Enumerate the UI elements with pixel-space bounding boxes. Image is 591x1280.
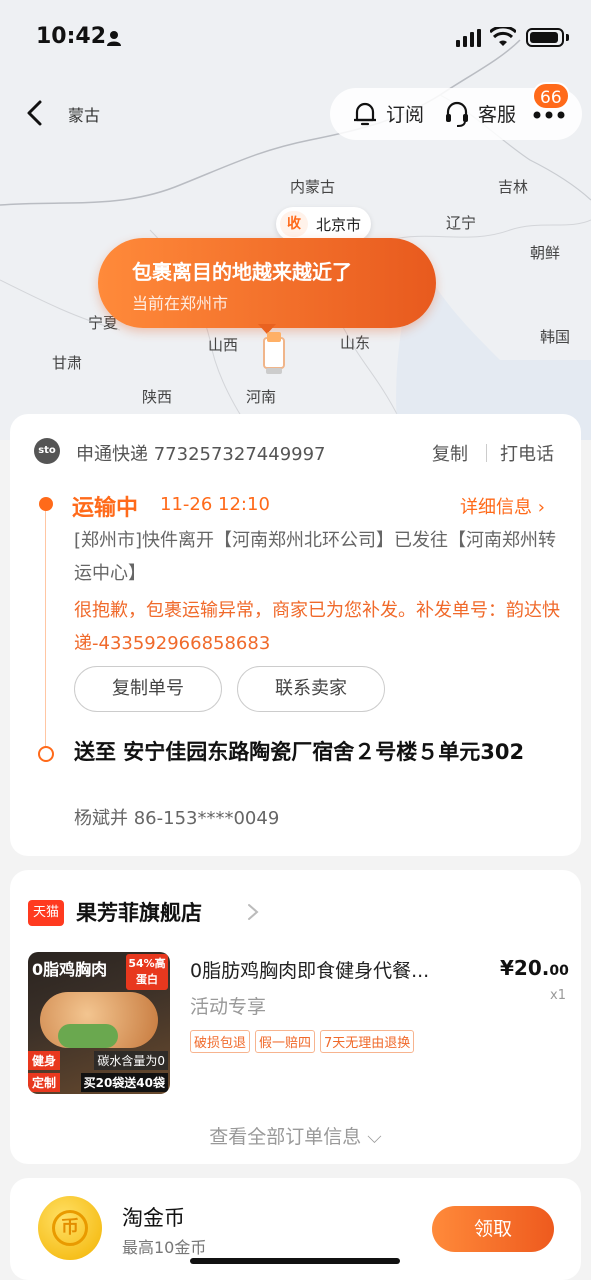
customer-service-button[interactable]: 客服: [478, 100, 516, 127]
coin-icon: 币: [38, 1196, 102, 1260]
carrier-logo: sto: [34, 438, 60, 464]
service-tag: 7天无理由退换: [320, 1030, 415, 1053]
more-icon[interactable]: [532, 110, 566, 120]
tracking-card: sto 申通快递 773257327449997 复制 打电话 运输中 11-2…: [10, 414, 581, 856]
map-label: 韩国: [540, 328, 571, 346]
status-timestamp: 11-26 12:10: [160, 494, 270, 515]
product-image-label: 健身: [28, 1051, 61, 1070]
service-tag: 破损包退: [190, 1030, 251, 1053]
timeline-dot-destination: [38, 746, 54, 762]
map-label: 内蒙古: [290, 178, 336, 196]
status-bubble: 包裹离目的地越来越近了 当前在郑州市: [98, 238, 436, 328]
status-bar: 10:42: [0, 0, 591, 76]
map-label: 辽宁: [446, 214, 477, 232]
order-card: 天猫 果芳菲旗舰店 0脂鸡胸肉 54%高蛋白 健身 定制 碳水含量为0 买20袋…: [10, 870, 581, 1164]
wifi-icon: [490, 27, 516, 46]
product-photo-greens: [58, 1024, 118, 1048]
product-subtitle: 活动专享: [190, 996, 267, 1018]
divider: [486, 444, 487, 462]
shipping-status: 运输中: [72, 496, 139, 521]
coin-icon-glyph: 币: [52, 1210, 88, 1246]
product-image-promo: 买20袋送40袋: [80, 1073, 168, 1092]
call-button[interactable]: 打电话: [500, 440, 554, 466]
timeline-dot-current: [39, 497, 53, 511]
bubble-title: 包裹离目的地越来越近了: [132, 260, 352, 284]
product-image-note: 碳水含量为0: [94, 1051, 168, 1070]
product-quantity: x1: [550, 988, 566, 1003]
product-image-label: 定制: [28, 1073, 61, 1092]
coin-subtitle: 最高10金币: [122, 1238, 207, 1257]
product-image-badge: 54%高蛋白: [126, 954, 168, 990]
copy-button[interactable]: 复制: [432, 440, 468, 466]
destination-city: 北京市: [316, 215, 362, 234]
map-label: 吉林: [498, 178, 529, 196]
product-name[interactable]: 0脂肪鸡胸肉即食健身代餐...: [190, 956, 490, 983]
carrier-tracking-number: 申通快递 773257327449997: [76, 444, 326, 465]
service-tags: 破损包退 假一赔四 7天无理由退换: [190, 1030, 415, 1053]
back-arrow-icon[interactable]: [22, 98, 48, 128]
price-decimal: 00: [549, 963, 569, 979]
copy-number-button[interactable]: 复制单号: [74, 666, 222, 712]
view-all-order-info[interactable]: 查看全部订单信息 ⌵: [10, 1122, 581, 1149]
map-label: 朝鲜: [530, 244, 561, 262]
claim-button[interactable]: 领取: [432, 1206, 554, 1252]
store-name[interactable]: 果芳菲旗舰店: [76, 897, 202, 927]
service-tag: 假一赔四: [255, 1030, 316, 1053]
map-label: 山西: [208, 336, 239, 354]
truck-icon: [263, 332, 285, 374]
delivery-address: 送至 安宁佳园东路陶瓷厂宿舍２号楼５单元302: [74, 740, 525, 764]
timeline-line: [45, 510, 46, 752]
price-main: ¥20.: [500, 956, 550, 980]
detail-info-link[interactable]: 详细信息 ›: [460, 493, 545, 519]
map-label: 山东: [340, 334, 371, 352]
message-badge: 66: [532, 82, 570, 110]
product-image-title: 0脂鸡胸肉: [32, 960, 108, 979]
map-label: 河南: [246, 388, 277, 406]
map-label: 甘肃: [52, 354, 83, 372]
recipient-contact: 杨斌并 86-153****0049: [74, 808, 280, 829]
contact-seller-button[interactable]: 联系卖家: [237, 666, 385, 712]
person-icon: [107, 31, 121, 46]
home-indicator[interactable]: [190, 1258, 400, 1264]
chevron-right-icon[interactable]: [246, 902, 260, 922]
bubble-subtitle: 当前在郑州市: [132, 294, 229, 313]
tracking-warning: 很抱歉，包裹运输异常，商家已为您补发。补发单号：韵达快递-43359296685…: [74, 600, 560, 654]
product-price: ¥20.00: [500, 956, 569, 980]
tmall-logo: 天猫: [28, 900, 64, 926]
status-time: 10:42: [36, 24, 107, 49]
headset-icon[interactable]: [444, 100, 470, 128]
taobao-coin-card: 币 淘金币 最高10金币 领取: [10, 1178, 581, 1280]
battery-tip: [566, 34, 569, 41]
nav-title: 蒙古: [68, 106, 101, 125]
tracking-description: [郑州市]快件离开【河南郑州北环公司】已发往【河南郑州转运中心】: [74, 530, 557, 584]
product-image[interactable]: 0脂鸡胸肉 54%高蛋白 健身 定制 碳水含量为0 买20袋送40袋: [28, 952, 170, 1094]
battery-icon: [526, 28, 564, 47]
destination-marker[interactable]: 收 北京市: [276, 207, 372, 241]
map-label: 陕西: [142, 388, 173, 406]
destination-badge: 收: [280, 211, 308, 237]
coin-title: 淘金币: [122, 1206, 185, 1230]
signal-icon: [456, 29, 481, 47]
bell-icon[interactable]: [352, 100, 378, 128]
subscribe-button[interactable]: 订阅: [386, 100, 424, 127]
